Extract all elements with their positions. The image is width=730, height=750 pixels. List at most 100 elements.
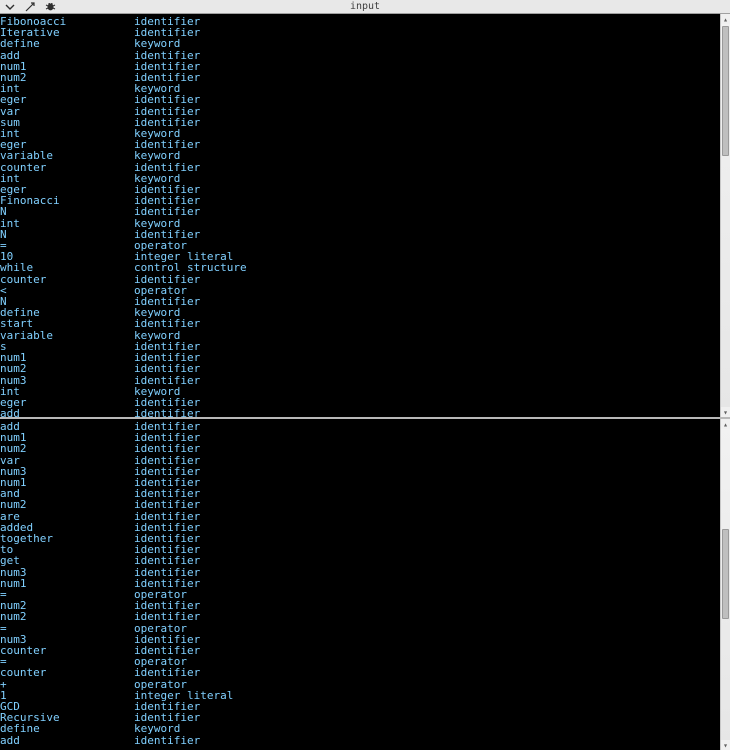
token-row: num2identifier (0, 443, 730, 454)
scroll-up-icon[interactable]: ▴ (721, 419, 730, 429)
token-row: num2identifier (0, 499, 730, 510)
token-kind: identifier (134, 408, 200, 419)
token-row: num2identifier (0, 72, 730, 83)
token-text: eger (0, 94, 134, 105)
token-text: counter (0, 274, 134, 285)
token-row: varidentifier (0, 106, 730, 117)
bottom-pane-content: addidentifiernum1identifiernum2identifie… (0, 419, 730, 748)
token-row: variablekeyword (0, 150, 730, 161)
token-row: counteridentifier (0, 274, 730, 285)
token-row: varidentifier (0, 455, 730, 466)
token-kind: identifier (134, 206, 200, 217)
token-row: egeridentifier (0, 139, 730, 150)
chevron-down-icon[interactable] (4, 1, 16, 13)
token-text: to (0, 544, 134, 555)
token-row: definekeyword (0, 723, 730, 734)
token-row: num1identifier (0, 352, 730, 363)
token-kind: identifier (134, 611, 200, 622)
token-row: intkeyword (0, 218, 730, 229)
expand-icon[interactable] (24, 1, 36, 13)
token-row: GCDidentifier (0, 701, 730, 712)
token-row: 10integer literal (0, 251, 730, 262)
token-row: Finonacciidentifier (0, 195, 730, 206)
token-text: int (0, 218, 134, 229)
token-text: add (0, 735, 134, 746)
top-scrollbar-thumb[interactable] (722, 26, 729, 156)
token-text: < (0, 285, 134, 296)
token-text: N (0, 206, 134, 217)
token-row: num3identifier (0, 567, 730, 578)
panes: FibonoacciidentifierIterativeidentifierd… (0, 14, 730, 750)
token-kind: keyword (134, 150, 180, 161)
token-kind: identifier (134, 735, 200, 746)
token-text: num2 (0, 611, 134, 622)
token-row: +operator (0, 679, 730, 690)
token-row: addidentifier (0, 421, 730, 432)
token-text: num2 (0, 499, 134, 510)
toolbar-title: input (0, 1, 730, 12)
token-text: variable (0, 150, 134, 161)
token-row: intkeyword (0, 173, 730, 184)
token-text: start (0, 318, 134, 329)
token-kind: identifier (134, 667, 200, 678)
token-row: andidentifier (0, 488, 730, 499)
token-row: =operator (0, 656, 730, 667)
token-row: Iterativeidentifier (0, 27, 730, 38)
token-kind: identifier (134, 443, 200, 454)
token-row: Nidentifier (0, 206, 730, 217)
token-row: addedidentifier (0, 522, 730, 533)
top-scrollbar[interactable]: ▴ ▾ (720, 14, 730, 417)
token-row: addidentifier (0, 50, 730, 61)
token-row: counteridentifier (0, 667, 730, 678)
scroll-up-icon[interactable]: ▴ (721, 14, 730, 24)
token-row: num3identifier (0, 466, 730, 477)
token-text: eger (0, 397, 134, 408)
token-row: egeridentifier (0, 397, 730, 408)
token-text: define (0, 38, 134, 49)
token-row: egeridentifier (0, 94, 730, 105)
token-row: =operator (0, 623, 730, 634)
top-pane: FibonoacciidentifierIterativeidentifierd… (0, 14, 730, 419)
token-row: togetheridentifier (0, 533, 730, 544)
token-row: intkeyword (0, 386, 730, 397)
token-row: Nidentifier (0, 229, 730, 240)
toolbar: input (0, 0, 730, 14)
token-row: addidentifier (0, 735, 730, 746)
token-row: intkeyword (0, 83, 730, 94)
token-text: num3 (0, 375, 134, 386)
token-row: num1identifier (0, 477, 730, 488)
token-row: Nidentifier (0, 296, 730, 307)
token-text: num2 (0, 443, 134, 454)
token-text: = (0, 240, 134, 251)
token-text: sum (0, 117, 134, 128)
token-text: while (0, 262, 134, 273)
token-text: counter (0, 162, 134, 173)
token-row: definekeyword (0, 307, 730, 318)
token-row: definekeyword (0, 38, 730, 49)
token-text: get (0, 555, 134, 566)
token-text: var (0, 106, 134, 117)
token-row: variablekeyword (0, 330, 730, 341)
bottom-pane: addidentifiernum1identifiernum2identifie… (0, 419, 730, 750)
token-text: add (0, 408, 134, 419)
token-row: <operator (0, 285, 730, 296)
token-text: num2 (0, 72, 134, 83)
token-kind: identifier (134, 318, 200, 329)
token-text: num1 (0, 578, 134, 589)
token-text: define (0, 723, 134, 734)
top-pane-content: FibonoacciidentifierIterativeidentifierd… (0, 14, 730, 419)
token-row: counteridentifier (0, 645, 730, 656)
bottom-scrollbar[interactable]: ▴ ▾ (720, 419, 730, 750)
bottom-scrollbar-thumb[interactable] (722, 529, 729, 619)
token-kind: identifier (134, 555, 200, 566)
token-text: Finonacci (0, 195, 134, 206)
token-row: num1identifier (0, 61, 730, 72)
token-row: num3identifier (0, 375, 730, 386)
token-kind: keyword (134, 38, 180, 49)
scroll-down-icon[interactable]: ▾ (721, 740, 730, 750)
token-row: num2identifier (0, 600, 730, 611)
token-row: addidentifier (0, 408, 730, 419)
bug-icon[interactable] (44, 1, 56, 13)
token-row: whilecontrol structure (0, 262, 730, 273)
scroll-down-icon[interactable]: ▾ (721, 407, 730, 417)
